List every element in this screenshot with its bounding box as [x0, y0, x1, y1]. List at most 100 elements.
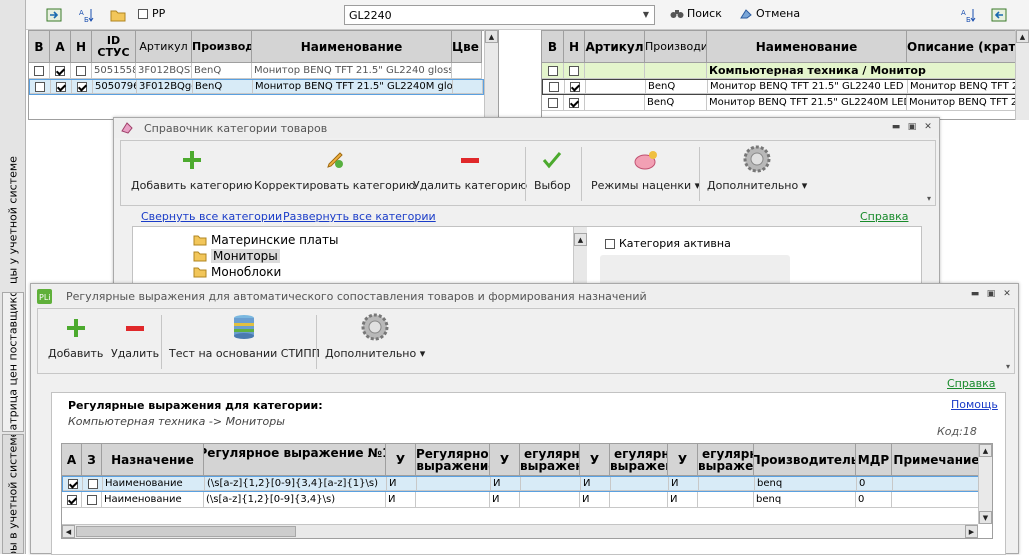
col-header[interactable]: А [62, 444, 82, 476]
col-header[interactable]: У [668, 444, 698, 476]
chevron-down-icon[interactable]: ▼ [640, 8, 652, 22]
table-row[interactable]: BenQ Монитор BENQ TFT 21.5" GL2240 LED B… [542, 79, 1022, 95]
col-header[interactable]: егулярно выражени [698, 444, 754, 476]
table-row[interactable]: Наименование (\s[a-z]{1,2}[0-9]{3,4}\s) … [62, 492, 982, 508]
col-header[interactable]: В [542, 31, 564, 63]
markup-modes-button[interactable]: Режимы наценки ▾ [591, 149, 700, 192]
col-header[interactable]: Назначение [102, 444, 204, 476]
left-grid-scrollbar[interactable]: ▲ [484, 30, 498, 120]
col-header[interactable]: У [580, 444, 610, 476]
v-checkbox[interactable] [548, 81, 559, 92]
category-active-checkbox[interactable] [605, 239, 615, 249]
maximize-icon[interactable]: ▣ [907, 122, 917, 132]
v-checkbox-cell[interactable] [30, 80, 51, 94]
n-checkbox-cell[interactable] [564, 63, 585, 79]
side-tab-accounting[interactable]: ры в учетной системе [2, 434, 24, 554]
table-row[interactable]: Наименование (\s[a-z]{1,2}[0-9]{3,4}[a-z… [62, 476, 984, 492]
n-checkbox[interactable] [76, 65, 86, 76]
n-checkbox-cell[interactable] [564, 95, 585, 111]
scroll-up-icon[interactable]: ▲ [1016, 30, 1029, 43]
category-window-titlebar[interactable]: Справочник категории товаров ▬ ▣ ✕ [114, 118, 939, 138]
import-icon[interactable] [991, 7, 1007, 23]
scroll-up-icon[interactable]: ▲ [979, 444, 992, 457]
regex-window-titlebar[interactable]: PLi Регулярные выражения для автоматичес… [31, 285, 1018, 307]
a-checkbox[interactable] [56, 81, 66, 92]
a-checkbox-cell[interactable] [62, 492, 82, 508]
scroll-up-icon[interactable]: ▲ [574, 233, 587, 246]
col-header[interactable]: Наименование [252, 31, 452, 63]
select-button[interactable]: Выбор [534, 149, 571, 192]
close-icon[interactable]: ✕ [923, 122, 933, 132]
col-header[interactable]: З [82, 444, 102, 476]
col-header[interactable]: Артикул [136, 31, 192, 63]
scroll-right-icon[interactable]: ▶ [965, 525, 978, 538]
col-header[interactable]: У [386, 444, 416, 476]
a-checkbox-cell[interactable] [51, 80, 72, 94]
right-grid-scrollbar[interactable]: ▲ [1015, 30, 1029, 120]
v-checkbox[interactable] [35, 81, 45, 92]
group-row[interactable]: Компьютерная техника / Монитор [542, 63, 1020, 79]
help2-link[interactable]: Помощь [951, 398, 998, 411]
z-checkbox-cell[interactable] [83, 477, 103, 491]
edit-category-button[interactable]: Корректировать категорию [254, 149, 415, 192]
delete-regex-button[interactable]: Удалить [111, 317, 159, 360]
col-header[interactable]: Регулярное выражение [416, 444, 490, 476]
n-checkbox[interactable] [77, 81, 87, 92]
a-checkbox[interactable] [67, 478, 78, 489]
help-link[interactable]: Справка [947, 377, 995, 390]
export-icon[interactable] [46, 7, 62, 23]
add-regex-button[interactable]: Добавить [48, 317, 103, 360]
v-checkbox-cell[interactable] [542, 95, 564, 111]
col-header[interactable]: Регулярное выражение №1 [204, 444, 386, 476]
v-checkbox[interactable] [547, 65, 558, 76]
test-stipp-button[interactable]: Тест на основании СТИПП [169, 313, 320, 360]
tree-item[interactable]: Материнские платы [193, 233, 339, 247]
col-header[interactable]: МДР [856, 444, 892, 476]
ribbon-collapse-icon[interactable]: ▾ [1006, 362, 1010, 371]
search-combobox[interactable]: GL2240 ▼ [344, 5, 655, 25]
n-checkbox-cell[interactable] [565, 80, 586, 94]
z-checkbox[interactable] [86, 494, 97, 505]
scroll-up-icon[interactable]: ▲ [485, 30, 498, 43]
table-row[interactable]: 5051558 3F012BQSY BenQ Монитор BENQ TFT … [29, 63, 482, 79]
col-header[interactable]: егулярно выражени [610, 444, 668, 476]
minimize-icon[interactable]: ▬ [970, 289, 980, 299]
col-header[interactable]: Н [71, 31, 92, 63]
col-header[interactable]: Н [564, 31, 585, 63]
ribbon-collapse-icon[interactable]: ▾ [927, 194, 931, 203]
maximize-icon[interactable]: ▣ [986, 289, 996, 299]
cancel-search-button[interactable]: Отмена [739, 7, 800, 20]
a-checkbox-cell[interactable] [50, 63, 71, 79]
help-link[interactable]: Справка [860, 210, 908, 223]
col-header[interactable]: Описание (кратко [907, 31, 1020, 63]
v-checkbox-cell[interactable] [29, 63, 50, 79]
collapse-all-link[interactable]: Свернуть все категории [141, 210, 282, 223]
n-checkbox[interactable] [569, 97, 579, 108]
col-header[interactable]: У [490, 444, 520, 476]
tree-item[interactable]: Моноблоки [193, 265, 281, 279]
a-checkbox-cell[interactable] [63, 477, 83, 491]
regex-grid-vscroll[interactable]: ▲ ▼ [978, 444, 992, 524]
v-checkbox[interactable] [547, 97, 558, 108]
col-header[interactable]: Производ [192, 31, 252, 63]
sort-icon[interactable]: AБ [78, 7, 94, 23]
a-checkbox[interactable] [66, 494, 77, 505]
col-header[interactable]: егулярно выражени [520, 444, 580, 476]
folder-icon[interactable] [110, 7, 126, 23]
side-tab-supplier-prices[interactable]: Матрица цен поставщиков [2, 292, 24, 432]
col-header[interactable]: Наименование [707, 31, 907, 63]
sort-right-icon[interactable]: AБ [960, 7, 976, 23]
col-header[interactable]: Производи [645, 31, 707, 63]
col-header[interactable]: А [50, 31, 71, 63]
pp-checkbox[interactable] [138, 9, 148, 19]
more-options-button[interactable]: Дополнительно ▾ [707, 145, 807, 192]
col-header[interactable]: Цве [452, 31, 482, 63]
n-checkbox[interactable] [569, 65, 579, 76]
table-row[interactable]: BenQ Монитор BENQ TFT 21.5" GL2240M LED … [542, 95, 1020, 111]
v-checkbox[interactable] [34, 65, 44, 76]
minimize-icon[interactable]: ▬ [891, 122, 901, 132]
regex-grid-hscroll[interactable]: ◀ ▶ [62, 524, 978, 538]
v-checkbox-cell[interactable] [542, 63, 564, 79]
col-header[interactable]: ID СТУС [92, 31, 136, 63]
close-icon[interactable]: ✕ [1002, 289, 1012, 299]
